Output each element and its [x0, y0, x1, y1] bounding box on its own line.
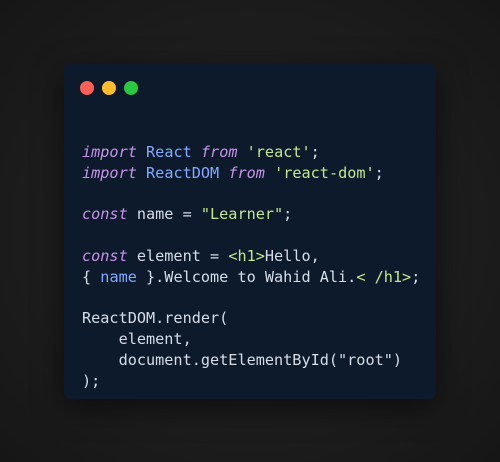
code-token: "Learner": [200, 205, 284, 224]
code-window: import React from 'react'; import ReactDO…: [64, 64, 436, 399]
code-line: { name }.Welcome to Wahid Ali.< /h1>;: [82, 267, 432, 288]
code-token: {: [82, 267, 101, 286]
code-line: document.getElementById("root"): [82, 350, 432, 371]
code-token: element =: [127, 246, 229, 265]
code-token: 'react': [246, 143, 311, 161]
code-token: );: [82, 371, 101, 390]
code-token: ReactDOM: [146, 163, 220, 182]
code-line: );: [82, 371, 432, 392]
code-token: name =: [127, 205, 201, 224]
code-block: import React from 'react'; import ReactDO…: [82, 142, 432, 392]
code-line: element,: [82, 329, 432, 350]
code-token: element,: [82, 330, 192, 349]
code-token: 'react-dom': [274, 163, 375, 182]
code-token: name: [100, 267, 137, 286]
code-line: ReactDOM.render(: [82, 308, 432, 329]
code-token: }.Welcome to Wahid Ali.: [136, 267, 357, 286]
code-token: < /h1>: [356, 267, 412, 286]
code-line: const name = "Learner";: [82, 204, 432, 225]
window-titlebar: [64, 64, 436, 112]
minimize-dot-icon[interactable]: [102, 81, 116, 95]
code-token: ;: [374, 163, 384, 182]
code-token: <h1>: [228, 246, 265, 265]
code-line: import React from 'react';: [82, 142, 432, 163]
code-token: const: [82, 246, 128, 265]
code-line: const element = <h1>Hello,: [82, 246, 432, 267]
code-token: ReactDOM.render(: [82, 309, 229, 328]
code-token: document.getElementById("root"): [82, 350, 403, 369]
code-token: ;: [411, 267, 421, 286]
code-token: from: [200, 143, 238, 161]
code-token: import: [82, 143, 137, 161]
code-token: from: [228, 163, 265, 182]
code-token: ;: [310, 143, 320, 161]
close-dot-icon[interactable]: [80, 81, 94, 95]
code-token: React: [146, 143, 192, 161]
maximize-dot-icon[interactable]: [124, 81, 138, 95]
code-token: import: [82, 163, 137, 182]
code-token: const: [82, 205, 128, 224]
code-token: Hello,: [264, 246, 320, 265]
code-line: import ReactDOM from 'react-dom';: [82, 163, 432, 184]
code-token: ;: [283, 205, 293, 224]
